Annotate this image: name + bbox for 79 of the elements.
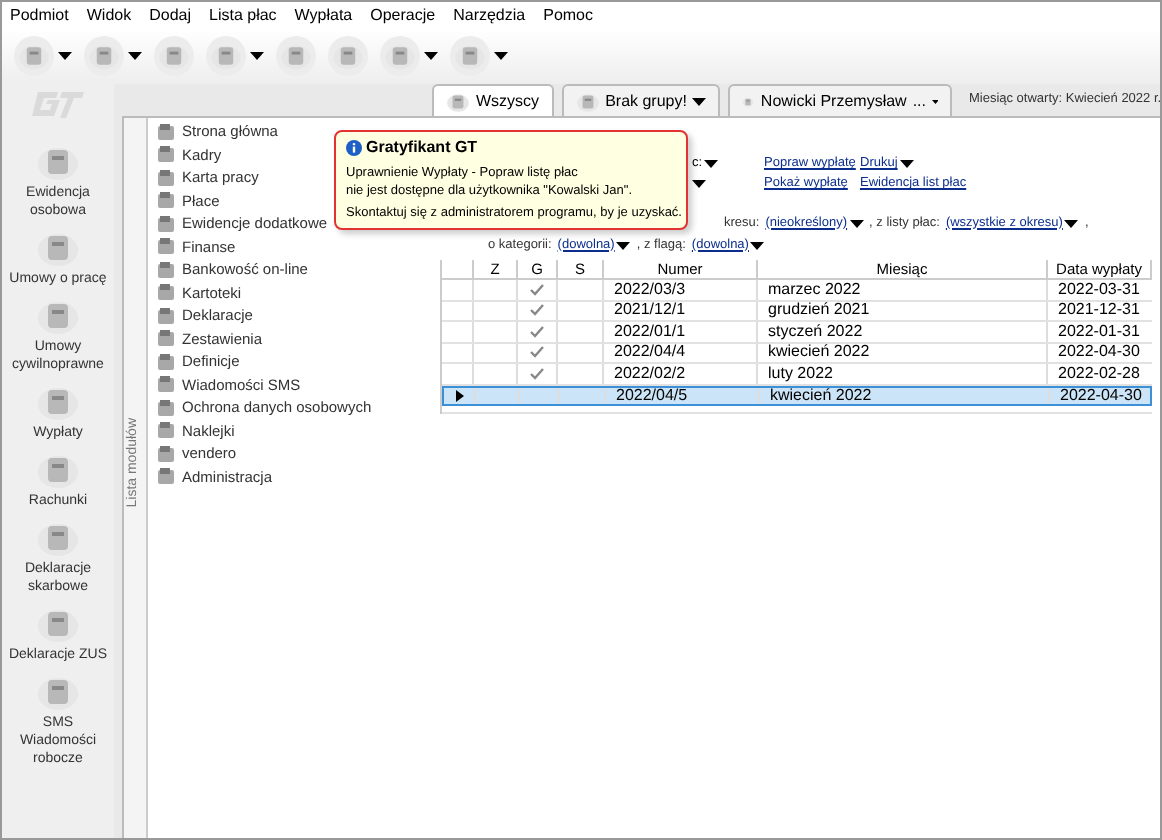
table-row[interactable]: 2022/03/3 marzec 2022 2022-03-31 xyxy=(442,280,1152,301)
module-icon xyxy=(156,305,176,326)
table-cell: 2022-02-28 xyxy=(1058,361,1140,386)
module-icon xyxy=(156,121,176,142)
info-icon xyxy=(346,140,362,156)
menu-item[interactable]: Podmiot xyxy=(10,3,69,27)
menu-item[interactable]: Lista płac xyxy=(209,3,277,27)
caret-icon xyxy=(58,52,72,60)
caret-icon xyxy=(424,52,438,60)
tab[interactable]: Brak grupy! xyxy=(561,84,721,116)
menu-item[interactable]: Operacje xyxy=(370,3,436,27)
toolbar-button[interactable] xyxy=(154,36,194,76)
caret-icon xyxy=(128,52,142,60)
module-icon xyxy=(156,443,176,464)
module-icon xyxy=(156,420,176,441)
table-row[interactable]: 2021/12/1 grudzień 2021 2021-12-31 xyxy=(442,301,1152,322)
caret-icon xyxy=(750,241,765,249)
toolbar-button[interactable] xyxy=(380,36,420,76)
table-cell: kwiecień 2022 xyxy=(770,383,872,408)
table-cell: 2022/02/2 xyxy=(614,361,686,386)
table-cell: marzec 2022 xyxy=(768,277,861,302)
table-row[interactable]: 2022/01/1 styczeń 2022 2022-01-31 xyxy=(442,322,1152,343)
table-cell: 2022/01/1 xyxy=(614,319,686,344)
toolbar-icon xyxy=(280,40,312,72)
table-cell: 2022/04/4 xyxy=(614,340,686,365)
toolbar-icon xyxy=(88,40,120,72)
toolbar-button[interactable] xyxy=(84,36,124,76)
menu-item[interactable]: Dodaj xyxy=(149,3,191,27)
toolbar-icon xyxy=(332,40,364,72)
module-icon xyxy=(156,397,176,418)
menu-item[interactable]: Widok xyxy=(86,3,132,27)
table-cell: 2022/03/3 xyxy=(614,277,686,302)
table-row[interactable]: 2022/04/5 kwiecień 2022 2022-04-30 xyxy=(442,385,1152,406)
table-cell: 2022-04-30 xyxy=(1058,340,1140,365)
menu-item[interactable]: Wypłata xyxy=(294,3,353,27)
caret-icon xyxy=(849,219,864,227)
toolbar-button[interactable] xyxy=(206,36,246,76)
toolbar-button[interactable] xyxy=(276,36,316,76)
module-icon xyxy=(156,236,176,257)
caret-icon xyxy=(494,52,508,60)
menu-item[interactable]: Narzędzia xyxy=(453,3,526,27)
table-cell: 2021-12-31 xyxy=(1058,298,1140,323)
table-cell: grudzień 2021 xyxy=(768,298,870,323)
table-row[interactable]: 2022/04/4 kwiecień 2022 2022-04-30 xyxy=(442,343,1152,364)
module-icon xyxy=(156,466,176,487)
module-icon xyxy=(156,167,176,188)
toolbar-button[interactable] xyxy=(14,36,54,76)
module-icon xyxy=(156,190,176,211)
caret-icon xyxy=(250,52,264,60)
module-icon xyxy=(156,374,176,395)
menu-item[interactable]: Pomoc xyxy=(543,3,594,27)
table-cell: styczeń 2022 xyxy=(768,319,863,344)
toolbar-icon xyxy=(210,40,242,72)
module-icon xyxy=(156,351,176,372)
caret-icon xyxy=(899,160,914,168)
toolbar-icon xyxy=(384,40,416,72)
toolbar-icon xyxy=(158,40,190,72)
table-cell: 2022-04-30 xyxy=(1060,383,1142,408)
table-cell: 2021/12/1 xyxy=(614,298,686,323)
toolbar-icon xyxy=(454,40,486,72)
toolbar-button[interactable] xyxy=(450,36,490,76)
caret-icon xyxy=(616,241,631,249)
table-cell: 2022-01-31 xyxy=(1058,319,1140,344)
module-icon xyxy=(156,144,176,165)
tooltip-title: Gratyfikant GT xyxy=(366,136,478,160)
row-pointer-icon xyxy=(455,389,463,402)
table-cell: 2022/04/5 xyxy=(616,383,688,408)
module-icon xyxy=(156,259,176,280)
tab[interactable]: Nowicki Przemysław ... xyxy=(728,84,953,116)
table-cell: kwiecień 2022 xyxy=(768,340,870,365)
module-icon xyxy=(156,213,176,234)
tab[interactable]: Wszyscy xyxy=(432,84,554,116)
module-icon xyxy=(156,328,176,349)
module-icon xyxy=(156,282,176,303)
table-cell: luty 2022 xyxy=(768,361,833,386)
toolbar-icon xyxy=(18,40,50,72)
caret-icon xyxy=(1064,219,1079,227)
table-cell: 2022-03-31 xyxy=(1058,277,1140,302)
toolbar-button[interactable] xyxy=(328,36,368,76)
